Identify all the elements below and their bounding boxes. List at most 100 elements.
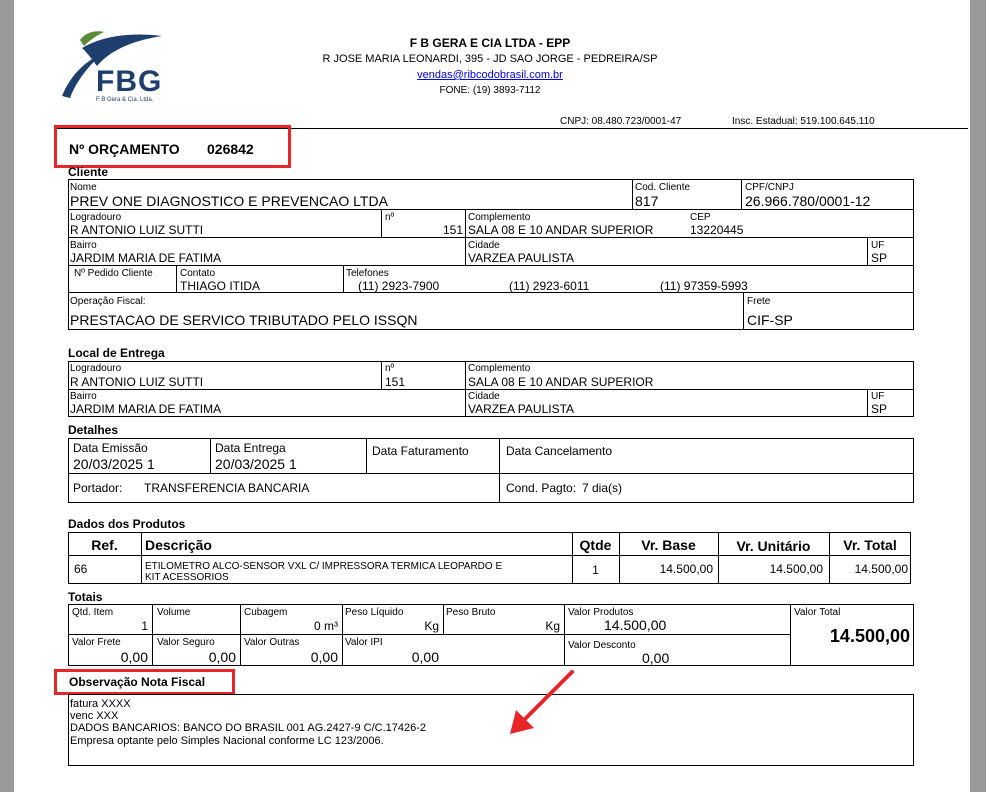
cliente-nome-label: Nome — [70, 182, 97, 193]
detalhes-cancelamento-label: Data Cancelamento — [506, 444, 613, 458]
totais-valor-desconto-label: Valor Desconto — [568, 640, 636, 651]
totais-valor-frete-label: Valor Frete — [72, 637, 121, 648]
company-address: R JOSE MARIA LEONARDI, 395 - JD SAO JORG… — [322, 53, 658, 65]
totais-valor-ipi: 0,00 — [411, 649, 439, 665]
totais-valor-seguro: 0,00 — [208, 649, 236, 665]
cliente-cod: 817 — [635, 193, 659, 209]
detalhes-section-title: Detalhes — [68, 423, 119, 437]
entrega-bairro-label: Bairro — [70, 391, 97, 402]
totais-valor-desconto: 0,00 — [642, 650, 670, 666]
entrega-numero-label: nº — [385, 363, 395, 374]
cliente-uf-label: UF — [871, 240, 885, 251]
produto-ref: 66 — [74, 562, 88, 576]
cliente-complemento: SALA 08 E 10 ANDAR SUPERIOR — [468, 223, 654, 237]
totais-valor-frete: 0,00 — [120, 649, 148, 665]
orcamento-label: Nº ORÇAMENTO — [69, 141, 180, 157]
detalhes-faturamento-label: Data Faturamento — [372, 444, 469, 458]
observacao-line: fatura XXXX — [70, 698, 131, 710]
cliente-contato-label: Contato — [180, 268, 216, 279]
cliente-cod-label: Cod. Cliente — [635, 182, 691, 193]
cliente-pedido-label: Nº Pedido Cliente — [74, 268, 153, 279]
cliente-cidade-label: Cidade — [468, 240, 500, 251]
totais-qtd-item: 1 — [141, 619, 148, 633]
totais-valor-produtos: 14.500,00 — [604, 617, 667, 633]
entrega-logradouro: R ANTONIO LUIZ SUTTI — [70, 375, 204, 389]
detalhes-portador-label: Portador: — [73, 481, 123, 495]
totais-volume-label: Volume — [157, 607, 191, 618]
cliente-logradouro: R ANTONIO LUIZ SUTTI — [70, 223, 204, 237]
produtos-header-descricao: Descrição — [145, 537, 212, 553]
company-cnpj: CNPJ: 08.480.723/0001-47 — [560, 116, 682, 127]
produto-vr-base: 14.500,00 — [659, 562, 713, 576]
produtos-header-vr-unitario: Vr. Unitário — [736, 538, 811, 554]
company-phone: FONE: (19) 3893-7112 — [439, 85, 541, 96]
observacao-line: venc XXX — [70, 710, 119, 722]
entrega-numero: 151 — [385, 375, 406, 389]
produtos-section-title: Dados dos Produtos — [68, 517, 186, 531]
produtos-header-qtde: Qtde — [579, 537, 612, 553]
entrega-complemento-label: Complemento — [468, 363, 531, 374]
cliente-logradouro-label: Logradouro — [70, 212, 122, 223]
totais-valor-outras-label: Valor Outras — [244, 637, 300, 648]
detalhes-emissao-label: Data Emissão — [73, 441, 148, 455]
produtos-header-vr-total: Vr. Total — [843, 537, 897, 553]
totais-cubagem-label: Cubagem — [244, 607, 288, 618]
cliente-numero-label: nº — [385, 212, 395, 223]
totais-peso-liquido-label: Peso Líquido — [345, 607, 404, 618]
totais-cubagem: 0 m³ — [314, 619, 338, 633]
cliente-cep-label: CEP — [690, 212, 711, 223]
totais-valor-outras: 0,00 — [310, 649, 338, 665]
company-logo: FBG F B Gera & Cia. Ltda. — [52, 26, 174, 108]
entrega-uf-label: UF — [871, 391, 885, 402]
totais-valor-ipi-label: Valor IPI — [345, 637, 383, 648]
cliente-operacao: PRESTACAO DE SERVICO TRIBUTADO PELO ISSQ… — [70, 312, 418, 328]
logo-text: FBG — [96, 65, 163, 98]
totais-peso-bruto: Kg — [545, 619, 560, 633]
cliente-cep: 13220445 — [690, 223, 744, 237]
totais-peso-liquido: Kg — [424, 619, 439, 633]
produto-descricao-line2: KIT ACESSORIOS — [145, 572, 229, 583]
cliente-cpf-label: CPF/CNPJ — [745, 182, 794, 193]
cliente-cpf: 26.966.780/0001-12 — [745, 193, 871, 209]
produtos-header-vr-base: Vr. Base — [641, 537, 696, 553]
entrega-bairro: JARDIM MARIA DE FATIMA — [70, 402, 222, 416]
detalhes-cond: 7 dia(s) — [582, 481, 623, 495]
cliente-frete-label: Frete — [747, 296, 771, 307]
totais-valor-total: 14.500,00 — [829, 626, 910, 646]
detalhes-entrega-label: Data Entrega — [215, 441, 286, 455]
cliente-telefone-3: (11) 97359-5993 — [660, 279, 748, 293]
totais-peso-bruto-label: Peso Bruto — [446, 607, 496, 618]
totais-qtd-item-label: Qtd. Item — [72, 607, 114, 618]
cliente-cidade: VARZEA PAULISTA — [468, 251, 575, 265]
entrega-complemento: SALA 08 E 10 ANDAR SUPERIOR — [468, 375, 654, 389]
detalhes-entrega: 20/03/2025 1 — [215, 456, 297, 472]
totais-valor-seguro-label: Valor Seguro — [157, 637, 215, 648]
entrega-cidade: VARZEA PAULISTA — [468, 402, 575, 416]
entrega-cidade-label: Cidade — [468, 391, 500, 402]
cliente-complemento-label: Complemento — [468, 212, 531, 223]
cliente-telefone-1: (11) 2923-7900 — [358, 279, 440, 293]
produto-vr-total: 14.500,00 — [854, 562, 908, 576]
entrega-uf: SP — [871, 402, 888, 416]
cliente-section-title: Cliente — [68, 165, 109, 179]
cliente-bairro-label: Bairro — [70, 240, 97, 251]
detalhes-portador: TRANSFERENCIA BANCARIA — [144, 481, 310, 495]
produto-qtde: 1 — [592, 563, 599, 577]
cliente-frete: CIF-SP — [747, 312, 793, 328]
observacao-section-title: Observação Nota Fiscal — [69, 675, 206, 689]
company-name: F B GERA E CIA LTDA - EPP — [409, 36, 571, 50]
cliente-bairro: JARDIM MARIA DE FATIMA — [70, 251, 222, 265]
produto-descricao-line1: ETILOMETRO ALCO-SENSOR VXL C/ IMPRESSORA… — [145, 561, 503, 572]
totais-section-title: Totais — [68, 590, 103, 604]
cliente-contato: THIAGO ITIDA — [180, 279, 261, 293]
document-page: FBG F B Gera & Cia. Ltda. F B GERA E CIA… — [14, 0, 970, 792]
company-ie: Insc. Estadual: 519.100.645.110 — [732, 116, 875, 127]
logo-subtext: F B Gera & Cia. Ltda. — [96, 97, 154, 103]
cliente-numero: 151 — [442, 223, 463, 237]
cliente-operacao-label: Operação Fiscal: — [70, 296, 146, 307]
orcamento-number: 026842 — [207, 141, 254, 157]
arrow-annotation-icon — [510, 670, 574, 734]
produto-vr-unitario: 14.500,00 — [769, 562, 823, 576]
entrega-section-title: Local de Entrega — [68, 346, 165, 360]
company-email-link[interactable]: vendas@ribcodobrasil.com.br — [300, 69, 680, 82]
